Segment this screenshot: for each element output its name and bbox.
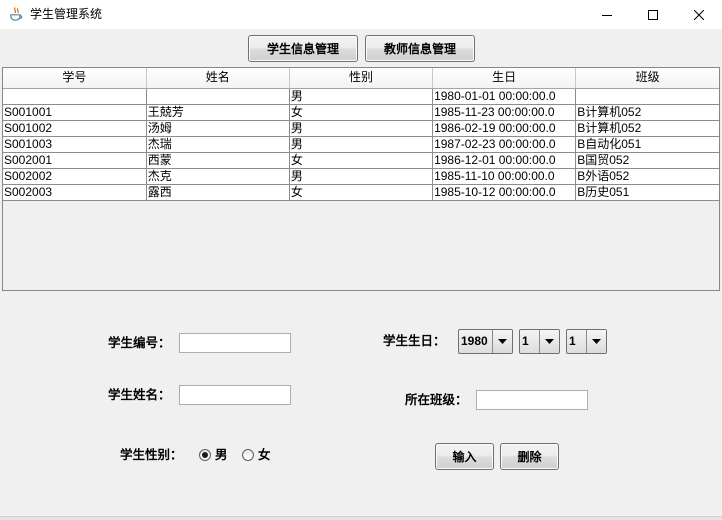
table-cell-gender[interactable]: 男 [288, 167, 434, 185]
java-app-icon [10, 7, 23, 21]
birth-month-combo[interactable]: 1 [519, 329, 560, 354]
gender-label: 学生性别： [120, 448, 183, 462]
table-cell-name[interactable]: 露西 [145, 183, 290, 201]
table-cell-student-id[interactable]: S002001 [3, 151, 147, 169]
title-bar: 学生管理系统 [0, 0, 722, 29]
table-cell-student-id[interactable]: S001003 [3, 135, 147, 153]
table-row[interactable]: S001003 杰瑞男 1987-02-23 00:00:00.0 B自动化051 [3, 135, 719, 153]
triangle-down-icon [592, 339, 601, 344]
table-row[interactable]: S001001 王兢芳女 1985-11-23 00:00:00.0 B计算机052 [3, 103, 719, 121]
table-row[interactable]: S002002 杰克男 1985-11-10 00:00:00.0 B外语052 [3, 167, 719, 185]
table-cell-gender[interactable]: 女 [288, 103, 434, 121]
table-cell-class[interactable]: B自动化051 [575, 135, 719, 153]
table-cell-name[interactable]: 杰克 [145, 167, 290, 185]
table-body: 男 1980-01-01 00:00:00.0 S001001 王兢芳女 1985-11… [3, 87, 719, 201]
table-cell-birthday[interactable]: 1987-02-23 00:00:00.0 [432, 135, 577, 153]
column-header-birthday[interactable]: 生日 [432, 68, 577, 89]
student-table-scrollpane[interactable]: 学号 姓名 性别 生日 班级 男 1980-01-01 00:00:00.0 S00… [2, 67, 720, 291]
column-header-class[interactable]: 班级 [575, 68, 719, 89]
birth-year-combo[interactable]: 1980 [458, 329, 513, 354]
column-header-name[interactable]: 姓名 [146, 68, 290, 89]
close-icon [694, 9, 704, 20]
table-cell-gender[interactable]: 男 [288, 87, 434, 105]
maximize-button[interactable] [630, 0, 676, 29]
table-cell-class[interactable]: B计算机052 [575, 119, 719, 137]
class-field[interactable] [476, 390, 588, 410]
window-bottom-edge [0, 516, 722, 520]
triangle-down-icon [498, 339, 507, 344]
table-cell-name[interactable] [145, 87, 290, 105]
table-cell-birthday[interactable]: 1986-02-19 00:00:00.0 [432, 119, 577, 137]
table-header-row: 学号 姓名 性别 生日 班级 [3, 68, 719, 89]
class-label: 所在班级： [405, 393, 468, 407]
minimize-button[interactable] [584, 0, 630, 29]
submit-button[interactable]: 输入 [435, 443, 494, 470]
birth-year-dropdown-button[interactable] [492, 330, 512, 353]
table-cell-gender[interactable]: 男 [288, 119, 434, 137]
table-row[interactable]: S001002 汤姆男 1986-02-19 00:00:00.0 B计算机052 [3, 119, 719, 137]
table-cell-student-id[interactable] [3, 87, 147, 105]
birth-day-dropdown-button[interactable] [586, 330, 606, 353]
table-cell-class[interactable]: B国贸052 [575, 151, 719, 169]
birth-day-combo[interactable]: 1 [566, 329, 607, 354]
table-cell-birthday[interactable]: 1985-11-10 00:00:00.0 [432, 167, 577, 185]
table-cell-student-id[interactable]: S001002 [3, 119, 147, 137]
gender-option-label: 男 [215, 448, 228, 462]
table-row[interactable]: S002003 露西女 1985-10-12 00:00:00.0 B历史051 [3, 183, 719, 201]
teacher-info-button[interactable]: 教师信息管理 [365, 35, 475, 62]
table-cell-gender[interactable]: 男 [288, 135, 434, 153]
gender-option-label: 女 [258, 448, 271, 462]
maximize-icon [648, 9, 658, 20]
student-info-button[interactable]: 学生信息管理 [248, 35, 358, 62]
table-cell-student-id[interactable]: S002002 [3, 167, 147, 185]
table-cell-class[interactable]: B计算机052 [575, 103, 719, 121]
table-cell-gender[interactable]: 女 [288, 151, 434, 169]
main-panel: 学生信息管理 教师信息管理 学号 姓名 性别 生日 班级 男 1980-01-01… [0, 29, 722, 520]
birth-month-dropdown-button[interactable] [539, 330, 559, 353]
student-table: 学号 姓名 性别 生日 班级 男 1980-01-01 00:00:00.0 S00… [3, 68, 719, 201]
close-button[interactable] [676, 0, 722, 29]
table-cell-name[interactable]: 杰瑞 [145, 135, 290, 153]
column-header-gender[interactable]: 性别 [289, 68, 434, 89]
radio-button[interactable] [199, 449, 211, 461]
table-cell-name[interactable]: 王兢芳 [145, 103, 290, 121]
table-row[interactable]: S002001 西蒙女 1986-12-01 00:00:00.0 B国贸052 [3, 151, 719, 169]
table-cell-name[interactable]: 汤姆 [145, 119, 290, 137]
table-cell-gender[interactable]: 女 [288, 183, 434, 201]
table-cell-class[interactable]: B历史051 [575, 183, 719, 201]
minimize-icon [602, 14, 612, 16]
gender-option-female[interactable]: 女 [240, 446, 274, 464]
student-id-field[interactable] [179, 333, 291, 353]
student-name-field[interactable] [179, 385, 291, 405]
gender-option-male[interactable]: 男 [197, 446, 231, 464]
table-cell-class[interactable]: B外语052 [575, 167, 719, 185]
table-cell-birthday[interactable]: 1980-01-01 00:00:00.0 [432, 87, 577, 105]
birth-day-value: 1 [569, 334, 576, 348]
student-id-label: 学生编号： [108, 336, 171, 350]
birth-month-value: 1 [522, 334, 529, 348]
table-cell-birthday[interactable]: 1985-10-12 00:00:00.0 [432, 183, 577, 201]
triangle-down-icon [545, 339, 554, 344]
table-cell-student-id[interactable]: S001001 [3, 103, 147, 121]
table-cell-class[interactable] [575, 87, 719, 105]
table-row[interactable]: 男 1980-01-01 00:00:00.0 [3, 87, 719, 105]
birthday-label: 学生生日： [383, 334, 446, 348]
table-cell-birthday[interactable]: 1985-11-23 00:00:00.0 [432, 103, 577, 121]
column-header-student-id[interactable]: 学号 [3, 68, 147, 89]
student-name-label: 学生姓名： [108, 388, 171, 402]
table-cell-student-id[interactable]: S002003 [3, 183, 147, 201]
birth-year-value: 1980 [461, 334, 488, 348]
table-cell-birthday[interactable]: 1986-12-01 00:00:00.0 [432, 151, 577, 169]
table-header: 学号 姓名 性别 生日 班级 [3, 68, 719, 89]
radio-button[interactable] [242, 449, 254, 461]
table-cell-name[interactable]: 西蒙 [145, 151, 290, 169]
window-title: 学生管理系统 [30, 7, 103, 21]
delete-button[interactable]: 删除 [500, 443, 559, 470]
